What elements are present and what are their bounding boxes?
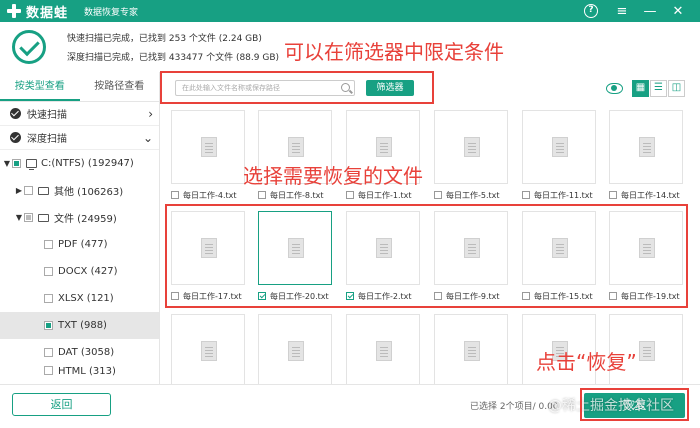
- file-name: 每日工作-14.txt: [621, 190, 680, 200]
- file-card[interactable]: 每日工作-4.txt: [171, 110, 245, 202]
- txt-file-icon: [376, 341, 392, 361]
- menu-icon[interactable]: ≡: [608, 4, 636, 19]
- eye-icon[interactable]: [606, 83, 623, 94]
- close-icon[interactable]: ✕: [664, 4, 692, 19]
- tree-item-label: 其他 (106263): [54, 187, 124, 198]
- file-checkbox[interactable]: [258, 191, 266, 199]
- file-name: 每日工作-11.txt: [534, 190, 593, 200]
- tree-item-label: DAT (3058): [58, 347, 115, 358]
- tree-checkbox[interactable]: [24, 186, 33, 195]
- tree-item-docs[interactable]: ▼ 文件 (24959): [0, 204, 159, 231]
- tree-checkbox[interactable]: [12, 159, 21, 168]
- file-name: 每日工作-4.txt: [183, 190, 237, 200]
- tree-checkbox[interactable]: [44, 366, 53, 375]
- tree-item-label: C:(NTFS) (192947): [41, 158, 134, 169]
- txt-file-icon: [288, 137, 304, 157]
- file-name: 每日工作-8.txt: [270, 190, 324, 200]
- tree-item-label: PDF (477): [58, 239, 108, 250]
- tree-item-drive[interactable]: ▼ C:(NTFS) (192947): [0, 150, 159, 177]
- file-name: 每日工作-1.txt: [358, 190, 412, 200]
- tree-item-label: TXT (988): [58, 320, 107, 331]
- txt-file-icon: [464, 137, 480, 157]
- sidebar-item-deep-scan[interactable]: 深度扫描 ⌄: [0, 126, 159, 150]
- title-bar: 数据蛙 数据恢复专家 ? ≡ — ✕: [0, 0, 700, 22]
- tree-checkbox[interactable]: [44, 240, 53, 249]
- checked-circle-icon: [10, 108, 21, 119]
- selection-highlight-box: [165, 204, 688, 308]
- app-window: 数据蛙 数据恢复专家 ? ≡ — ✕ 快速扫描已完成，已找到 253 个文件 (…: [0, 0, 700, 428]
- file-card[interactable]: 每日工作-14.txt: [609, 110, 683, 202]
- tree-item-pdf[interactable]: PDF (477): [0, 231, 159, 258]
- tree-item-dat[interactable]: DAT (3058): [0, 339, 159, 366]
- tree-item-html[interactable]: HTML (313): [0, 366, 159, 380]
- file-card[interactable]: 每日工作-5.txt: [434, 110, 508, 202]
- file-name: 每日工作-5.txt: [446, 190, 500, 200]
- tree-item-docx[interactable]: DOCX (427): [0, 258, 159, 285]
- txt-file-icon: [201, 137, 217, 157]
- txt-file-icon: [552, 137, 568, 157]
- back-button[interactable]: 返回: [12, 393, 111, 416]
- detail-view-icon[interactable]: ◫: [668, 80, 685, 97]
- file-card[interactable]: [171, 314, 245, 384]
- tree-checkbox[interactable]: [44, 267, 53, 276]
- collapse-arrow-icon[interactable]: ▶: [14, 186, 24, 195]
- list-view-icon[interactable]: ☰: [650, 80, 667, 97]
- deep-scan-status: 深度扫描已完成，已找到 433477 个文件 (88.9 GB): [67, 53, 280, 63]
- chevron-down-icon: ⌄: [142, 130, 153, 145]
- expand-arrow-icon[interactable]: ▼: [2, 159, 12, 168]
- chevron-right-icon: ›: [148, 106, 153, 121]
- tree-item-txt[interactable]: TXT (988): [0, 312, 159, 339]
- recover-annotation: 点击“恢复”: [536, 350, 637, 374]
- txt-file-icon: [639, 341, 655, 361]
- drive-icon: [26, 159, 37, 170]
- file-checkbox[interactable]: [609, 191, 617, 199]
- file-card[interactable]: 每日工作-11.txt: [522, 110, 596, 202]
- expand-arrow-icon[interactable]: ▼: [14, 213, 24, 222]
- txt-file-icon: [288, 341, 304, 361]
- tree-item-other[interactable]: ▶ 其他 (106263): [0, 177, 159, 204]
- folder-icon: [38, 186, 49, 195]
- sidebar-item-label: 快速扫描: [27, 110, 67, 121]
- tree-checkbox[interactable]: [44, 348, 53, 357]
- tree-item-label: HTML (313): [58, 366, 116, 377]
- app-subtitle: 数据恢复专家: [84, 7, 139, 18]
- sidebar-item-quick-scan[interactable]: 快速扫描 ›: [0, 102, 159, 126]
- tree-item-label: DOCX (427): [58, 266, 118, 277]
- app-name: 数据蛙: [26, 5, 69, 21]
- app-logo-icon: [6, 3, 22, 19]
- help-icon[interactable]: ?: [584, 4, 598, 18]
- txt-file-icon: [639, 137, 655, 157]
- tree-item-xlsx[interactable]: XLSX (121): [0, 285, 159, 312]
- tree-item-label: XLSX (121): [58, 293, 114, 304]
- tab-by-path[interactable]: 按路径查看: [80, 72, 160, 101]
- filter-annotation: 可以在筛选器中限定条件: [284, 40, 504, 64]
- file-card[interactable]: [346, 314, 420, 384]
- minimize-icon[interactable]: —: [636, 4, 664, 19]
- sidebar: 按类型查看 按路径查看 快速扫描 › 深度扫描 ⌄ ▼ C:(NTFS) (19…: [0, 72, 160, 384]
- txt-file-icon: [464, 341, 480, 361]
- tree-checkbox[interactable]: [44, 321, 53, 330]
- scan-complete-icon: [12, 30, 46, 64]
- file-card[interactable]: [434, 314, 508, 384]
- tab-by-type[interactable]: 按类型查看: [0, 72, 80, 101]
- txt-file-icon: [376, 137, 392, 157]
- select-annotation: 选择需要恢复的文件: [243, 164, 423, 188]
- file-checkbox[interactable]: [346, 191, 354, 199]
- selection-info: 已选择 2个项目/ 0.00: [470, 402, 559, 412]
- tree-checkbox[interactable]: [44, 294, 53, 303]
- folder-icon: [38, 213, 49, 222]
- file-checkbox[interactable]: [522, 191, 530, 199]
- txt-file-icon: [201, 341, 217, 361]
- grid-view-icon[interactable]: ▦: [632, 80, 649, 97]
- recover-highlight-box: [580, 388, 689, 421]
- filter-highlight-box: [160, 71, 434, 104]
- tree-checkbox[interactable]: [24, 213, 33, 222]
- quick-scan-status: 快速扫描已完成，已找到 253 个文件 (2.24 GB): [67, 34, 262, 44]
- checked-circle-icon: [10, 132, 21, 143]
- file-checkbox[interactable]: [434, 191, 442, 199]
- file-card[interactable]: [258, 314, 332, 384]
- sidebar-item-label: 深度扫描: [27, 134, 67, 145]
- tree-item-label: 文件 (24959): [54, 214, 117, 225]
- file-checkbox[interactable]: [171, 191, 179, 199]
